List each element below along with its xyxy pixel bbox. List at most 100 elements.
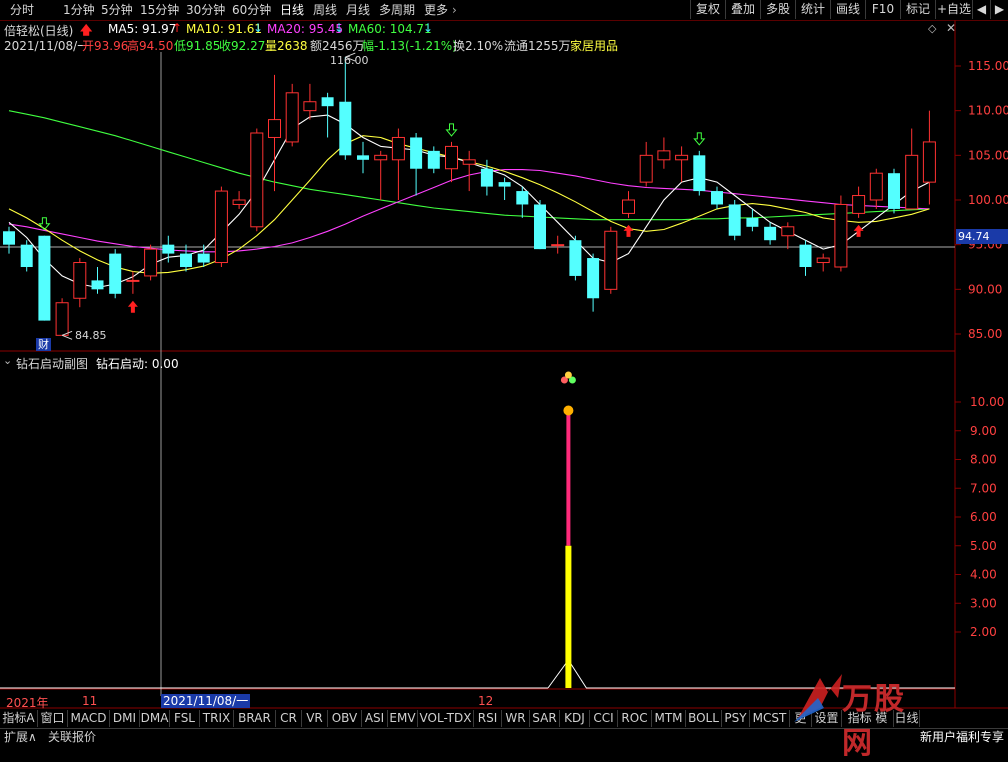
candle-body-up <box>268 119 281 138</box>
indicator-tab[interactable]: SAR <box>530 710 560 727</box>
sub-tick-label: 8.00 <box>970 453 997 467</box>
candle-body-up <box>391 136 405 161</box>
indicator-tab[interactable]: EMV <box>388 710 418 727</box>
indicator-tab[interactable]: VOL-TDX <box>418 710 474 727</box>
indicator-tab[interactable]: BOLL <box>686 710 722 727</box>
indicator-tab[interactable]: MACD <box>68 710 110 727</box>
candle-body-down <box>799 244 812 267</box>
price-tick-label: 115.00 <box>968 59 1008 73</box>
candle-body-down <box>516 191 529 205</box>
buy-arrow-icon <box>127 300 138 313</box>
candle-body-down <box>410 137 423 169</box>
indicator-tab[interactable]: TRIX <box>200 710 234 727</box>
sub-tick-label: 10.00 <box>970 395 1004 409</box>
subchart-collapse-icon[interactable]: ⌄ <box>3 354 12 367</box>
candle-body-up <box>834 203 848 268</box>
sub-tick-label: 3.00 <box>970 596 997 610</box>
candle-body-down <box>693 155 706 192</box>
candle-body-up <box>232 199 246 205</box>
candle-body-down <box>427 150 440 169</box>
signal-orange-icon <box>563 405 574 416</box>
candle-body-down <box>498 182 511 187</box>
price-tick-label: 85.00 <box>968 327 1002 341</box>
watermark-text: 万股网 <box>842 682 906 761</box>
candle-body-down <box>162 244 175 254</box>
indicator-tab[interactable]: 窗口 <box>38 710 68 727</box>
watermark-logo: 万股网 <box>790 668 930 761</box>
sub-tick-label: 9.00 <box>970 424 997 438</box>
candle-body-up <box>922 141 936 183</box>
candle-body-down <box>587 258 600 299</box>
candle-body-up <box>604 230 618 290</box>
candle-body-up <box>622 199 635 214</box>
candle-body-up <box>852 195 866 214</box>
subchart-title: 钻石启动副图 <box>16 357 89 371</box>
min-price-label: 84.85 <box>75 329 107 342</box>
candle-body-up <box>303 101 317 112</box>
kline-chart-area[interactable]: 115.00110.00105.00100.0095.0090.0085.00 … <box>0 0 1008 744</box>
candle-body-up <box>55 302 69 336</box>
indicator-tab[interactable]: KDJ <box>560 710 590 727</box>
candle-body-up <box>144 248 158 277</box>
candle-body-up <box>462 159 476 165</box>
signal-pink-bar <box>566 413 571 546</box>
indicator-tab[interactable]: BRAR <box>234 710 276 727</box>
indicator-tab[interactable]: 指标A <box>0 710 38 727</box>
price-tick-label: 105.00 <box>968 148 1008 162</box>
indicator-tab[interactable]: OBV <box>328 710 362 727</box>
diamond-cluster-icon <box>564 371 572 379</box>
current-price-tag: 94.74 <box>956 229 1008 244</box>
indicator-tab[interactable]: CCI <box>590 710 618 727</box>
candle-body-up <box>374 154 388 161</box>
indicator-tab[interactable]: MTM <box>652 710 686 727</box>
candle-body-down <box>764 226 777 241</box>
expand-button[interactable]: 扩展∧ <box>4 730 37 745</box>
candle-body-down <box>711 191 723 205</box>
sub-tick-label: 7.00 <box>970 481 997 495</box>
price-tick-label: 90.00 <box>968 282 1002 296</box>
indicator-tab[interactable]: WR <box>502 710 530 727</box>
indicator-tab[interactable]: VR <box>302 710 328 727</box>
candle-body-down <box>569 240 582 276</box>
candle-body-up <box>816 257 830 264</box>
indicator-tab[interactable]: CR <box>276 710 302 727</box>
related-quotes-button[interactable]: 关联报价 <box>48 730 96 745</box>
indicator-tab[interactable]: ROC <box>618 710 652 727</box>
month-11-label: 11 <box>82 694 98 708</box>
candle-body-down <box>180 253 192 267</box>
max-price-label: 116.00 <box>330 54 369 67</box>
indicator-tab[interactable]: RSI <box>474 710 502 727</box>
signal-yellow-bar <box>565 545 572 688</box>
candle-body-up <box>905 154 919 210</box>
candle-body-down <box>746 217 759 227</box>
indicator-tab[interactable]: MCST <box>750 710 790 727</box>
month-12-label: 12 <box>478 694 494 708</box>
candle-body-up <box>214 190 228 264</box>
candle-body-down <box>480 168 493 187</box>
candle-body-down <box>888 173 900 209</box>
sell-arrow-icon <box>38 217 51 231</box>
indicator-tab[interactable]: DMA <box>140 710 170 727</box>
candle-body-up <box>675 154 689 161</box>
candle-body-down <box>38 235 51 321</box>
candle-body-down <box>109 253 122 294</box>
candle-body-up <box>285 92 299 143</box>
candle-body-down <box>197 253 210 263</box>
indicator-tab[interactable]: DMI <box>110 710 140 727</box>
sell-arrow-icon <box>445 123 458 137</box>
finance-badge[interactable]: 财 <box>36 338 51 351</box>
candle-body-up <box>639 154 653 183</box>
candle-body-up <box>781 226 795 237</box>
watermark-arrow-icon <box>794 674 842 722</box>
indicator-tab[interactable]: FSL <box>170 710 200 727</box>
candle-body-up <box>250 132 264 228</box>
indicator-tab[interactable]: ASI <box>362 710 388 727</box>
new-user-benefit-link[interactable]: 新用户福利专享 <box>920 730 1004 745</box>
candle-body-down <box>357 155 369 160</box>
sub-tick-label: 5.00 <box>970 539 997 553</box>
candle-body-up <box>551 244 565 247</box>
indicator-tab[interactable]: PSY <box>722 710 750 727</box>
candle-body-down <box>534 204 546 250</box>
price-tick-label: 110.00 <box>968 104 1008 118</box>
year-label: 2021年 <box>6 696 49 710</box>
